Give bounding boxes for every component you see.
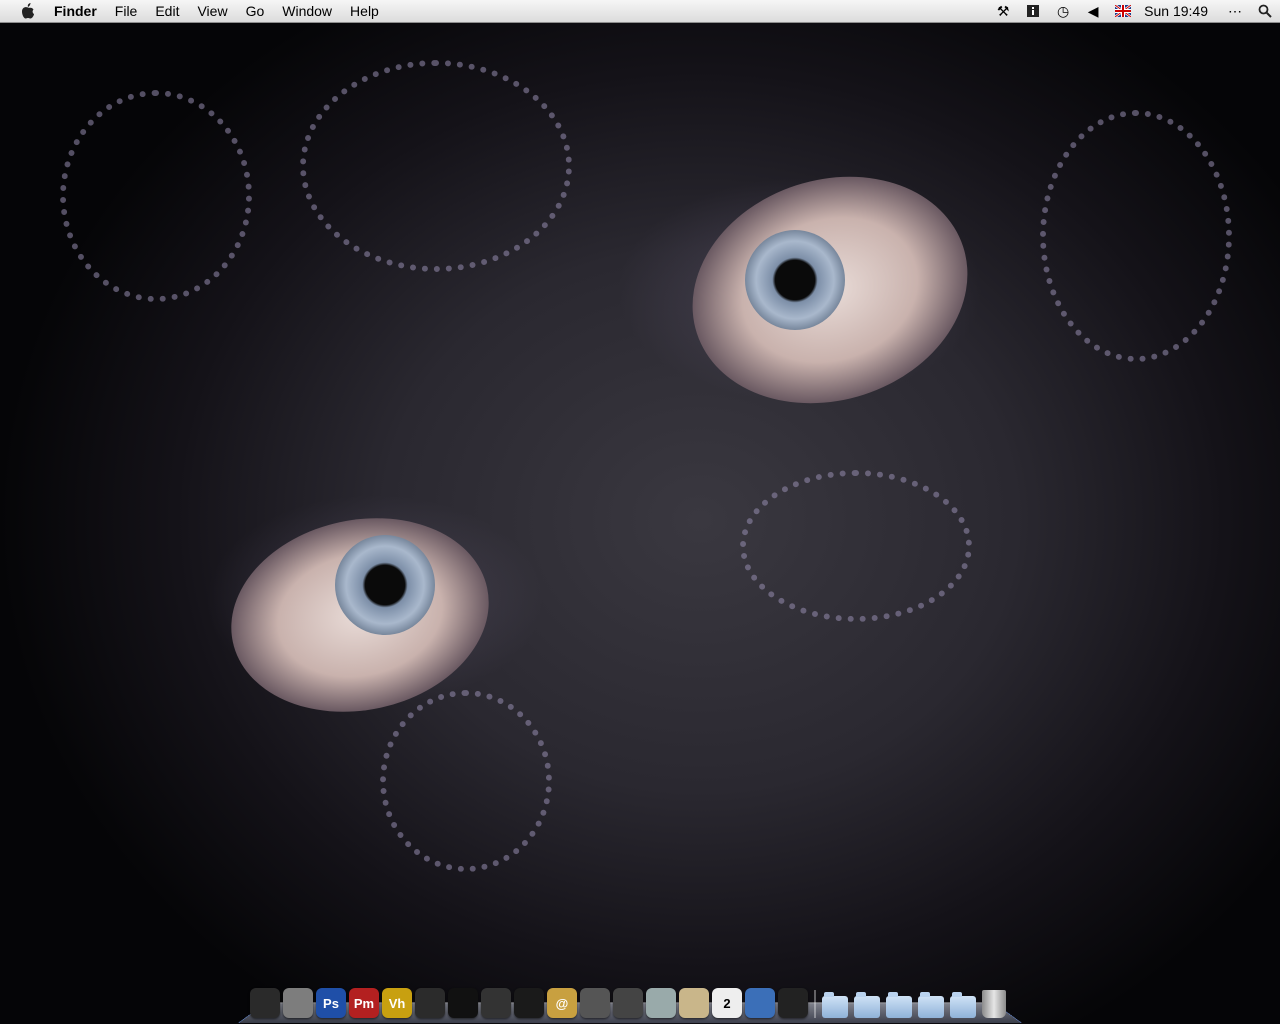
pen-tool-icon[interactable] xyxy=(580,988,610,1018)
utilities-folder-icon[interactable] xyxy=(918,992,944,1018)
sites-folder-icon[interactable] xyxy=(950,992,976,1018)
tools-icon[interactable]: ⚒ xyxy=(994,2,1012,20)
mail-stamp-icon[interactable] xyxy=(481,988,511,1018)
compass-icon[interactable] xyxy=(514,988,544,1018)
info-icon[interactable] xyxy=(1024,2,1042,20)
applications-folder-icon[interactable] xyxy=(822,992,848,1018)
right-iris xyxy=(745,230,845,330)
clock[interactable]: Sun 19:49 xyxy=(1144,3,1208,19)
calendar-icon[interactable]: 2 xyxy=(712,988,742,1018)
dock-separator xyxy=(814,990,816,1018)
vh-icon[interactable]: Vh xyxy=(382,988,412,1018)
volume-icon[interactable]: ◀ xyxy=(1084,2,1102,20)
itunes-icon[interactable] xyxy=(415,988,445,1018)
pagemaker-icon[interactable]: Pm xyxy=(349,988,379,1018)
left-iris xyxy=(335,535,435,635)
address-book-icon[interactable]: @ xyxy=(547,988,577,1018)
network-icon[interactable] xyxy=(745,988,775,1018)
stats-icon[interactable] xyxy=(613,988,643,1018)
time-machine-icon[interactable]: ◷ xyxy=(1054,2,1072,20)
window-menu[interactable]: Window xyxy=(282,0,332,22)
mask-swirl xyxy=(1040,110,1232,362)
preferences-icon[interactable] xyxy=(283,988,313,1018)
activity-monitor-icon[interactable] xyxy=(778,988,808,1018)
color-picker-icon[interactable] xyxy=(448,988,478,1018)
dock-icon-label: 2 xyxy=(723,995,731,1011)
jack-skellington-icon[interactable] xyxy=(250,988,280,1018)
go-menu[interactable]: Go xyxy=(246,0,265,22)
finder-menu[interactable]: Finder xyxy=(54,0,97,22)
help-menu[interactable]: Help xyxy=(350,0,379,22)
globe-icon[interactable] xyxy=(646,988,676,1018)
status-area: ⚒ ◷ ◀ Sun 19:49 ⋯ xyxy=(988,0,1280,22)
file-menu[interactable]: File xyxy=(115,0,138,22)
dots-icon[interactable]: ⋯ xyxy=(1226,2,1244,20)
apple-menu-icon[interactable] xyxy=(20,2,36,20)
documents-folder-icon[interactable] xyxy=(854,992,880,1018)
desktop-wallpaper xyxy=(0,0,1280,1024)
notes-icon[interactable] xyxy=(679,988,709,1018)
downloads-folder-icon[interactable] xyxy=(886,992,912,1018)
view-menu[interactable]: View xyxy=(197,0,227,22)
menu-bar: Finder File Edit View Go Window Help ⚒ ◷… xyxy=(0,0,1280,23)
dock-icon-label: Vh xyxy=(388,995,406,1011)
trash-icon[interactable] xyxy=(982,990,1006,1018)
dock-icon-label: Pm xyxy=(353,995,375,1011)
mask-swirl xyxy=(60,90,252,302)
dock-icon-label: Ps xyxy=(323,995,339,1011)
uk-flag-icon[interactable] xyxy=(1114,2,1132,20)
dock: Ps Pm Vh @2 xyxy=(250,978,1006,1018)
mask-swirl xyxy=(300,60,572,272)
edit-menu[interactable]: Edit xyxy=(155,0,179,22)
mask-swirl xyxy=(380,690,552,872)
spotlight-icon[interactable] xyxy=(1256,2,1274,20)
dock-icon-label: @ xyxy=(555,995,569,1011)
photoshop-icon[interactable]: Ps xyxy=(316,988,346,1018)
mask-swirl xyxy=(740,470,972,622)
